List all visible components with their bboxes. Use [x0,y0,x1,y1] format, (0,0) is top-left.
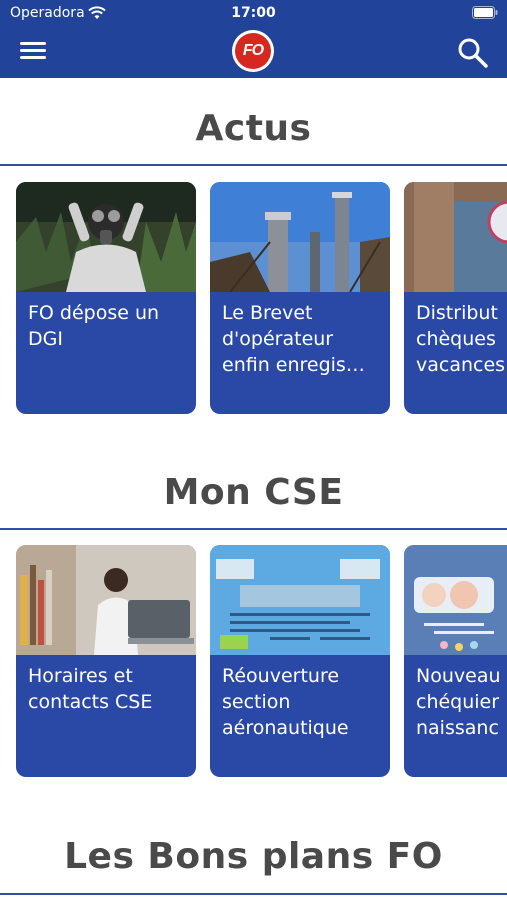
card-image [404,182,507,292]
card-label: Distribut chèques vacances [416,302,506,376]
search-icon[interactable] [456,36,490,70]
card-image [210,182,390,292]
menu-icon[interactable] [18,38,48,66]
carousel-mon-cse[interactable]: Horaires et contacts CSE Réouverture sec… [0,545,507,777]
card-image [210,545,390,655]
news-card[interactable]: Le Brevet d'opérateur enfin enregis… [210,182,390,414]
card-label: Nouveau chéquier naissanc [416,665,501,739]
cse-card[interactable]: Horaires et contacts CSE [16,545,196,777]
fo-logo[interactable]: FO [232,30,274,72]
section-divider [0,528,507,530]
carousel-actus[interactable]: FO dépose un DGI Le Brevet d'opérateur e… [0,182,507,414]
section-divider [0,893,507,895]
section-title: Mon CSE [163,472,344,513]
card-label: Réouverture section aéronautique [222,665,349,739]
card-image [16,545,196,655]
card-label: Le Brevet d'opérateur enfin enregis… [222,302,365,376]
app-header: Operadora 17:00 FO [0,0,507,78]
status-bar: Operadora 17:00 [0,0,507,28]
section-title: Les Bons plans FO [64,836,443,877]
news-card[interactable]: Distribut chèques vacances [404,182,507,414]
card-image [16,182,196,292]
section-divider [0,164,507,166]
cse-card[interactable]: Nouveau chéquier naissanc [404,545,507,777]
battery-icon [472,6,498,19]
card-label: Horaires et contacts CSE [28,665,153,713]
cse-card[interactable]: Réouverture section aéronautique [210,545,390,777]
fo-logo-text: FO [235,33,271,69]
news-card[interactable]: FO dépose un DGI [16,182,196,414]
card-image [404,545,507,655]
card-label: FO dépose un DGI [28,302,160,350]
clock: 17:00 [231,5,276,21]
section-title: Actus [195,108,312,149]
